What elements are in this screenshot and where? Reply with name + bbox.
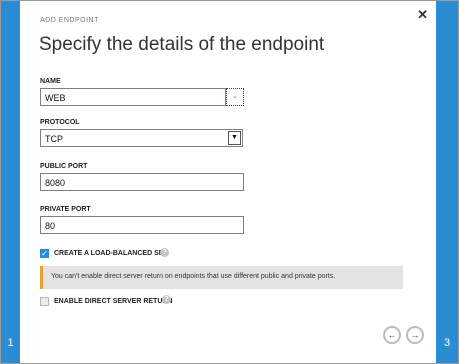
private-port-field[interactable]: 80	[40, 216, 244, 234]
public-port-label: PUBLIC PORT	[40, 163, 88, 170]
close-icon[interactable]: ✕	[417, 7, 428, 23]
protocol-label: PROTOCOL	[40, 119, 80, 126]
step-number-right: 3	[443, 337, 451, 349]
chevron-down-icon: ⌄	[232, 93, 238, 100]
name-dropdown-button[interactable]: ⌄	[226, 88, 244, 106]
chevron-down-icon[interactable]: ▼	[228, 131, 241, 145]
next-step-panel[interactable]: 3	[436, 1, 458, 363]
wizard-window: 1 ✕ ADD ENDPOINT Specify the details of …	[0, 0, 459, 364]
back-button[interactable]: ←	[383, 326, 401, 344]
arrow-left-icon: ←	[387, 330, 397, 340]
load-balanced-label: CREATE A LOAD-BALANCED SET	[54, 250, 168, 257]
dialog-kicker: ADD ENDPOINT	[40, 17, 99, 24]
endpoint-dialog: ✕ ADD ENDPOINT Specify the details of th…	[20, 1, 434, 363]
load-balanced-checkbox[interactable]: ✓	[40, 249, 49, 258]
name-label: NAME	[40, 78, 61, 85]
public-port-field[interactable]: 8080	[40, 173, 244, 191]
question-icon[interactable]: ?	[160, 248, 169, 257]
protocol-value: TCP	[45, 134, 63, 144]
direct-return-label: ENABLE DIRECT SERVER RETURN	[54, 298, 173, 305]
question-icon[interactable]: ?	[162, 295, 171, 304]
direct-return-checkbox[interactable]	[40, 297, 49, 306]
previous-step-panel[interactable]: 1	[1, 1, 20, 363]
name-field[interactable]: WEB	[40, 88, 226, 106]
direct-return-notice: You can't enable direct server return on…	[40, 266, 403, 289]
arrow-right-icon: →	[410, 330, 420, 340]
step-number-left: 1	[7, 337, 14, 349]
protocol-select[interactable]: TCP ▼	[40, 129, 243, 147]
next-button[interactable]: →	[406, 326, 424, 344]
page-title: Specify the details of the endpoint	[39, 34, 325, 55]
private-port-label: PRIVATE PORT	[40, 206, 91, 213]
